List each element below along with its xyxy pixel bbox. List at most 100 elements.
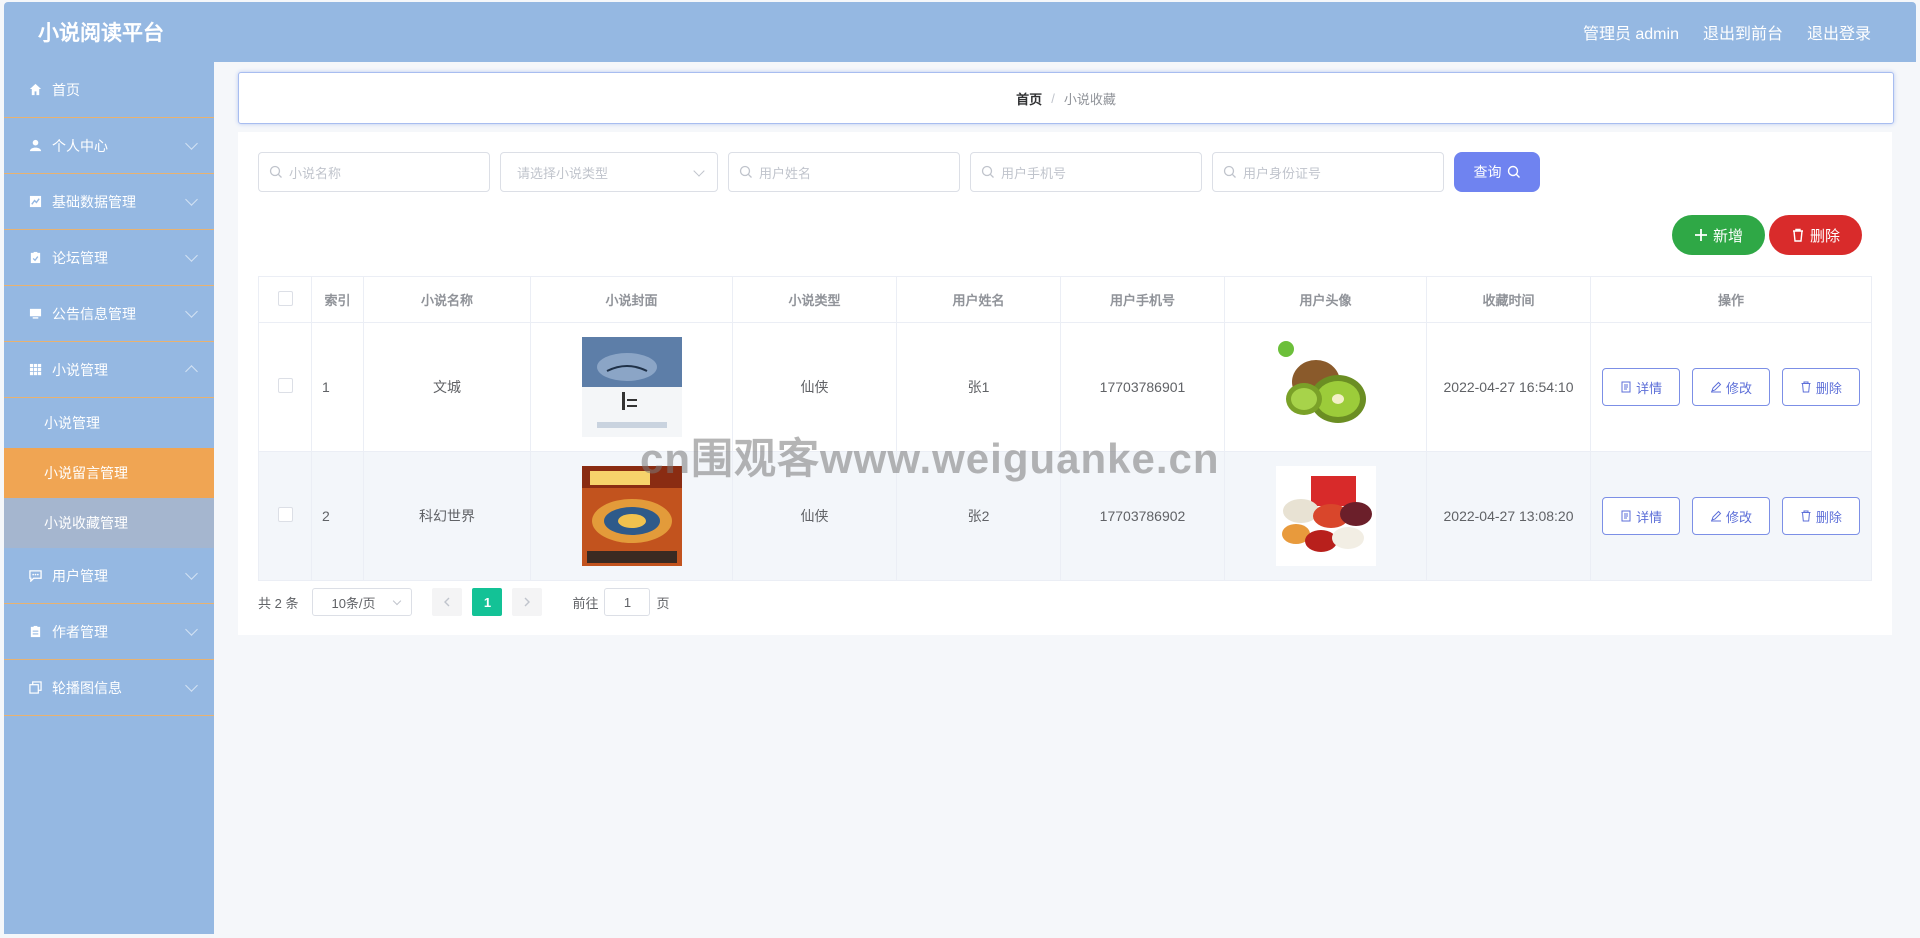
goto-page-input[interactable]: 1 — [604, 588, 651, 616]
copy-icon — [28, 681, 42, 695]
row-select-cell — [258, 451, 312, 581]
row-index: 1 — [311, 322, 364, 452]
sidebar-item-users[interactable]: 用户管理 — [4, 548, 214, 604]
trash-icon — [1792, 228, 1803, 242]
clipboard-icon — [28, 625, 42, 639]
sidebar-item-label: 首页 — [52, 81, 80, 98]
select-all-checkbox[interactable] — [277, 290, 293, 306]
sidebar-item-label: 用户管理 — [52, 567, 108, 584]
breadcrumb: 首页 / 小说收藏 — [238, 72, 1894, 124]
delete-button[interactable]: 删除 — [1781, 368, 1860, 406]
user-name-input[interactable]: 用户姓名 — [728, 152, 960, 192]
user-avatar-cell — [1224, 322, 1427, 452]
user-icon — [28, 139, 42, 153]
row-checkbox[interactable] — [277, 507, 293, 522]
monitor-icon — [28, 307, 42, 321]
logout-link[interactable]: 退出登录 — [1807, 20, 1871, 44]
prev-page-button[interactable] — [432, 588, 463, 616]
novel-name: 科幻世界 — [363, 451, 531, 581]
detail-label: 详情 — [1636, 509, 1663, 525]
col-header: 收藏时间 — [1426, 276, 1591, 323]
row-checkbox[interactable] — [277, 378, 293, 393]
col-header: 操作 — [1590, 276, 1872, 323]
top-header: 小说阅读平台 管理员 admin 退出到前台 退出登录 — [4, 2, 1916, 62]
chevron-down-icon — [693, 165, 705, 177]
search-icon — [1507, 165, 1520, 178]
novel-type: 仙侠 — [732, 322, 897, 452]
sidebar-subitem-novel-comments[interactable]: 小说留言管理 — [4, 448, 214, 498]
breadcrumb-home[interactable]: 首页 — [1016, 89, 1042, 108]
chevron-down-icon — [393, 596, 402, 606]
search-icon — [981, 165, 994, 178]
favorite-time: 2022-04-27 16:54:10 — [1426, 322, 1591, 452]
user-name: 张2 — [896, 451, 1061, 581]
sidebar-item-forum[interactable]: 论坛管理 — [4, 230, 214, 286]
detail-button[interactable]: 详情 — [1602, 497, 1681, 535]
novel-type: 仙侠 — [732, 451, 897, 581]
edit-icon — [1710, 381, 1722, 393]
edit-button[interactable]: 修改 — [1692, 368, 1770, 406]
page-number-current[interactable]: 1 — [472, 588, 503, 616]
app-title: 小说阅读平台 — [38, 22, 164, 45]
chevron-left-icon — [444, 597, 450, 607]
favorites-table: 索引 小说名称 小说封面 小说类型 用户姓名 用户手机号 用户头像 收藏时间 操… — [258, 276, 1872, 581]
query-button[interactable]: 查询 — [1454, 152, 1540, 192]
admin-label: 管理员 admin — [1582, 26, 1679, 43]
detail-label: 详情 — [1636, 380, 1663, 396]
chevron-up-icon — [185, 365, 198, 378]
sidebar-subitem-novel-favorites[interactable]: 小说收藏管理 — [4, 498, 214, 548]
row-index: 2 — [311, 451, 364, 581]
edit-label: 修改 — [1725, 380, 1752, 396]
edit-label: 修改 — [1725, 509, 1752, 525]
sidebar-item-authors[interactable]: 作者管理 — [4, 604, 214, 660]
sidebar-item-label: 论坛管理 — [52, 249, 108, 266]
trash-icon — [1801, 381, 1811, 393]
user-phone-input[interactable]: 用户手机号 — [970, 152, 1202, 192]
col-header: 小说封面 — [530, 276, 733, 323]
delete-button[interactable]: 删除 — [1781, 497, 1860, 535]
delete-label: 删除 — [1815, 380, 1842, 396]
user-id-placeholder: 用户身份证号 — [1243, 165, 1322, 181]
sidebar-item-basic-data[interactable]: 基础数据管理 — [4, 174, 214, 230]
user-id-input[interactable]: 用户身份证号 — [1212, 152, 1444, 192]
sidebar-item-personal[interactable]: 个人中心 — [4, 118, 214, 174]
chevron-down-icon — [185, 305, 198, 318]
goto-prefix: 前往 — [572, 595, 599, 611]
sidebar-item-carousel[interactable]: 轮播图信息 — [4, 660, 214, 716]
snacks-avatar-image — [1275, 466, 1376, 566]
sidebar-item-label: 个人中心 — [52, 137, 108, 154]
user-phone: 17703786901 — [1060, 322, 1225, 452]
detail-button[interactable]: 详情 — [1602, 368, 1681, 406]
sidebar-item-notice[interactable]: 公告信息管理 — [4, 286, 214, 342]
breadcrumb-current: 小说收藏 — [1063, 91, 1116, 107]
novel-name-input[interactable]: 小说名称 — [258, 152, 490, 192]
next-page-button[interactable] — [512, 588, 543, 616]
favorite-time: 2022-04-27 13:08:20 — [1426, 451, 1591, 581]
novel-cover-image — [581, 337, 682, 437]
user-avatar-cell — [1224, 451, 1427, 581]
kiwi-avatar-image — [1275, 337, 1376, 437]
col-header: 索引 — [311, 276, 364, 323]
user-name-placeholder: 用户姓名 — [759, 165, 812, 181]
chevron-down-icon — [185, 623, 198, 636]
add-button[interactable]: 新增 — [1672, 215, 1765, 255]
batch-delete-button[interactable]: 删除 — [1769, 215, 1862, 255]
sidebar-item-label: 作者管理 — [52, 623, 108, 640]
sidebar: 首页 个人中心 基础数据管理 论坛管理 公告信息管理 小说管理 小说管理 小说留… — [4, 62, 214, 934]
sidebar-item-home[interactable]: 首页 — [4, 62, 214, 118]
novel-cover-cell — [530, 322, 733, 452]
breadcrumb-separator: / — [1051, 90, 1055, 106]
exit-to-front-link[interactable]: 退出到前台 — [1703, 20, 1783, 44]
add-button-label: 新增 — [1712, 227, 1743, 245]
sidebar-item-label: 小说管理 — [52, 361, 108, 378]
page-size-select[interactable]: 10条/页 — [312, 588, 413, 616]
novel-type-placeholder: 请选择小说类型 — [517, 165, 609, 181]
document-icon — [1621, 381, 1631, 393]
novel-type-select[interactable]: 请选择小说类型 — [500, 152, 718, 192]
sidebar-item-novel[interactable]: 小说管理 — [4, 342, 214, 398]
sidebar-subitem-novel-manage[interactable]: 小说管理 — [4, 398, 214, 448]
table-row: 2 科幻世界 仙侠 张2 17703786902 2022-04-27 13:0… — [258, 451, 1872, 581]
row-actions: 详情 修改 删除 — [1590, 322, 1872, 452]
edit-button[interactable]: 修改 — [1692, 497, 1770, 535]
home-icon — [28, 83, 42, 97]
